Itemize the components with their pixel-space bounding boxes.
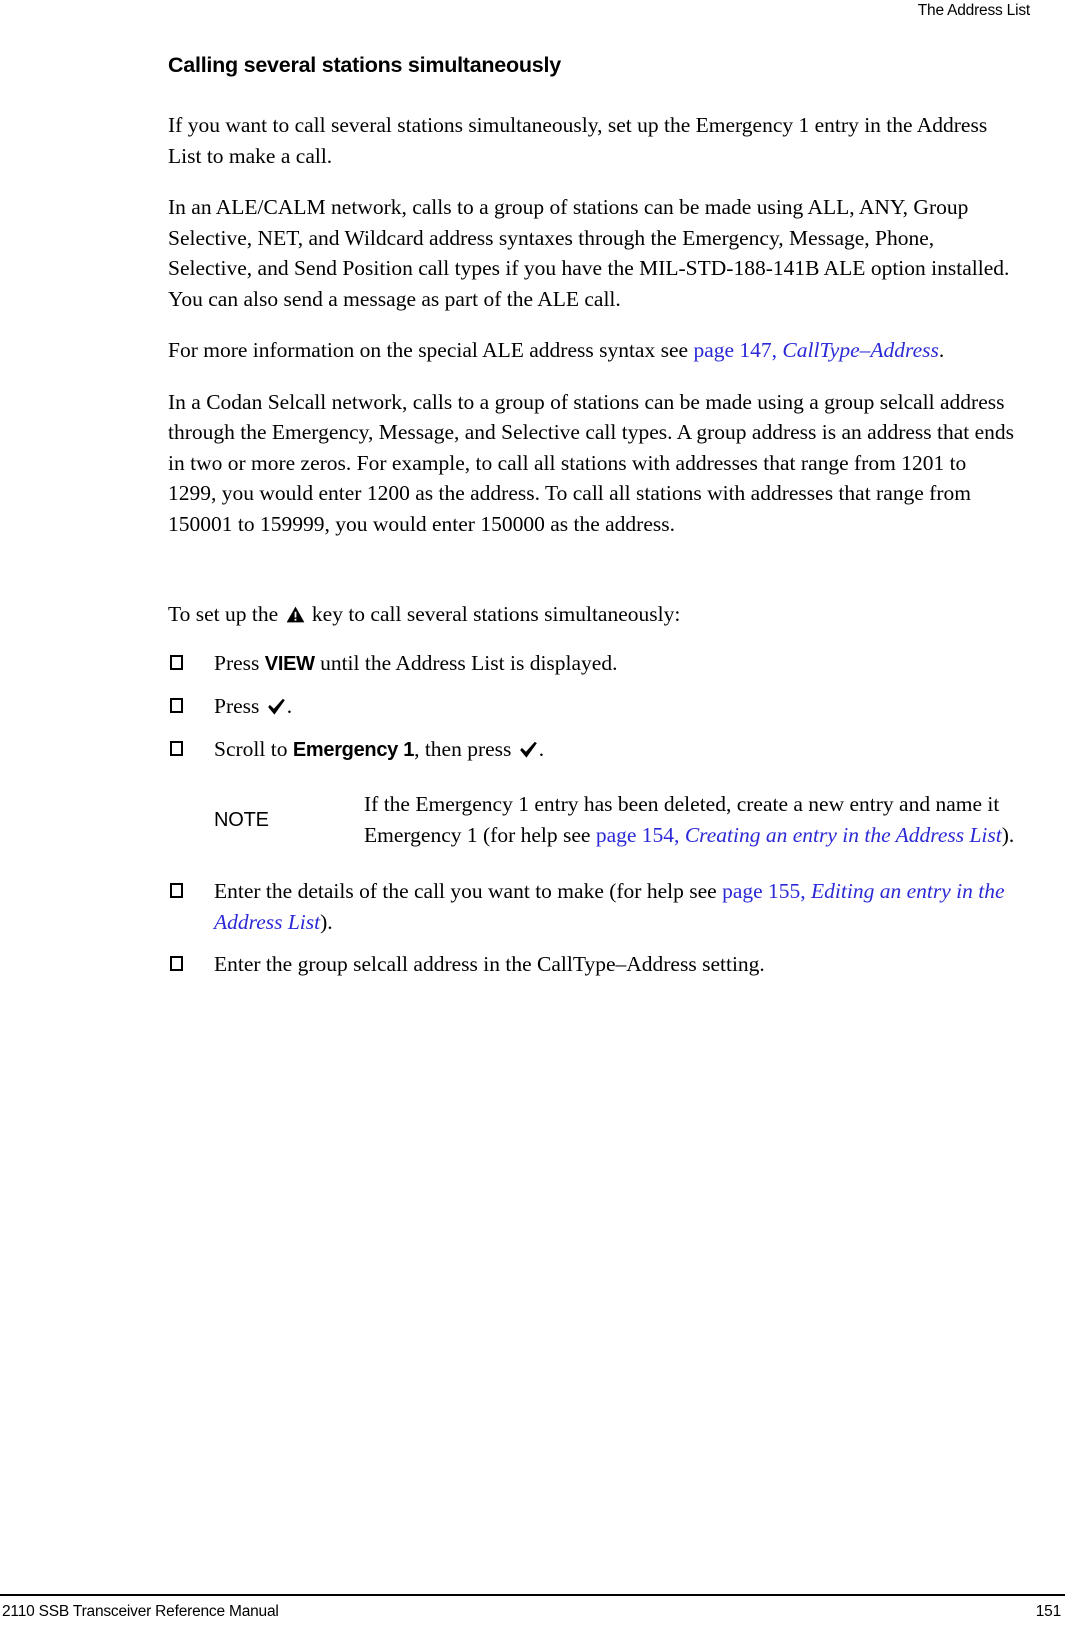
step-enter-group-selcall: Enter the group selcall address in the C… (168, 949, 1020, 980)
step-scroll-tail: . (538, 736, 545, 761)
page-title: Calling several stations simultaneously (168, 53, 561, 77)
keycap-emergency-1: Emergency 1 (292, 738, 415, 761)
step-enter-details-before: Enter the details of the call you want t… (214, 879, 723, 903)
step-press-enter-after: . (286, 694, 293, 718)
footer-row: 2110 SSB Transceiver Reference Manual 15… (0, 1603, 1065, 1621)
paragraph-more-info-tail: . (938, 338, 945, 362)
paragraph-more-info-text: For more information on the special ALE … (168, 338, 694, 362)
page-footer: 2110 SSB Transceiver Reference Manual 15… (0, 1593, 1065, 1622)
procedure-steps: Press VIEW until the Address List is dis… (168, 648, 1020, 766)
step-scroll-before: Scroll to (214, 736, 293, 761)
checkbox-bullet-icon (170, 883, 183, 898)
procedure-lead-in: To set up the key to call several statio… (168, 599, 1020, 630)
xref-link-page-154[interactable]: page 154, (596, 823, 685, 847)
xref-link-page-147[interactable]: page 147, (693, 338, 782, 362)
step-press-view-after: until the Address List is displayed. (314, 650, 618, 675)
step-enter-group-selcall-text: Enter the group selcall address in the C… (214, 952, 765, 976)
xref-link-page-154-title[interactable]: Creating an entry in the Address List (685, 823, 1002, 847)
step-press-enter-before: Press (214, 694, 265, 718)
note-text-after: ). (1001, 822, 1015, 847)
warning-triangle-icon (286, 606, 305, 623)
checkbox-bullet-icon (170, 956, 183, 971)
document-page: The Address List Calling several station… (0, 0, 1065, 1639)
check-mark-icon (519, 741, 538, 759)
step-scroll-mid: , then press (414, 736, 517, 761)
procedure-lead-in-before: To set up the (168, 602, 284, 626)
checkbox-bullet-icon (170, 740, 183, 756)
check-mark-icon (267, 698, 286, 716)
paragraph-more-info: For more information on the special ALE … (168, 335, 1020, 366)
procedure-lead-in-after: key to call several stations simultaneou… (306, 602, 681, 626)
footer-divider (0, 1593, 1065, 1596)
xref-link-page-155[interactable]: page 155, (722, 879, 811, 903)
page-content: Calling several stations simultaneously … (168, 52, 1020, 992)
step-press-view-before: Press (214, 650, 265, 675)
step-enter-details-after: ). (320, 909, 333, 934)
procedure-steps-continued: Enter the details of the call you want t… (168, 876, 1020, 980)
checkbox-bullet-icon (170, 698, 183, 713)
checkbox-bullet-icon (170, 654, 183, 670)
running-header: The Address List (917, 2, 1030, 19)
step-press-enter: Press . (168, 691, 1020, 722)
footer-manual-title: 2110 SSB Transceiver Reference Manual (2, 1603, 279, 1620)
xref-link-page-147-title[interactable]: CallType–Address (782, 338, 938, 362)
step-press-view: Press VIEW until the Address List is dis… (168, 648, 1020, 680)
paragraph-intro: If you want to call several stations sim… (168, 113, 988, 168)
step-enter-call-details: Enter the details of the call you want t… (168, 876, 1020, 937)
note-block: NOTE If the Emergency 1 entry has been d… (168, 789, 1020, 850)
step-scroll-emergency-1: Scroll to Emergency 1, then press . (168, 734, 1020, 766)
footer-page-number: 151 (1035, 1603, 1061, 1620)
note-text: If the Emergency 1 entry has been delete… (364, 789, 1020, 850)
paragraph-ale-network: In an ALE/CALM network, calls to a group… (168, 195, 1010, 311)
keycap-view: VIEW (264, 652, 315, 675)
paragraph-codan-selcall: In a Codan Selcall network, calls to a g… (168, 389, 1015, 536)
note-label: NOTE (214, 808, 269, 831)
